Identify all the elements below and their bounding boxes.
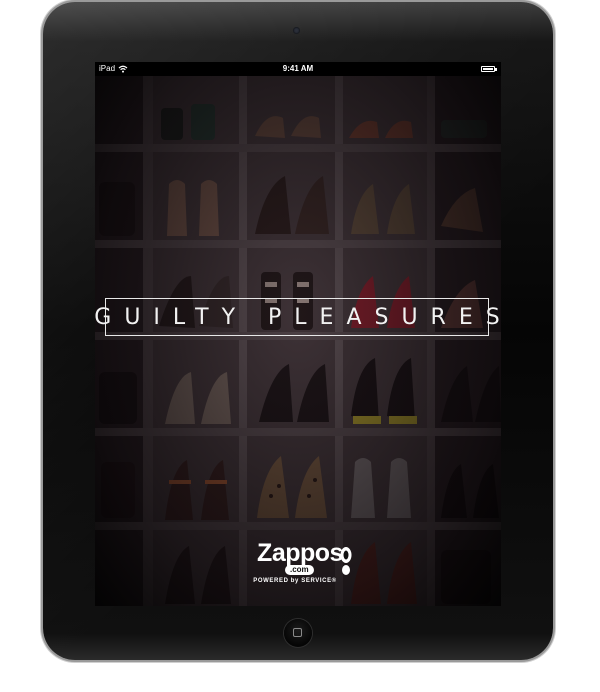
app-screen: iPad 9:41 AM GUILTY PLEASURES Zappos .co…	[95, 62, 501, 606]
logo-domain-badge: .com	[285, 565, 314, 575]
battery-icon	[481, 66, 497, 72]
ipad-device: iPad 9:41 AM GUILTY PLEASURES Zappos .co…	[43, 2, 553, 660]
shoe-print-icon	[340, 547, 352, 575]
headline-title: GUILTY PLEASURES	[95, 304, 501, 330]
front-camera	[293, 27, 300, 34]
logo-tagline: POWERED by SERVICE®	[253, 578, 337, 584]
status-time: 9:41 AM	[282, 64, 314, 73]
status-bar: iPad 9:41 AM	[95, 62, 501, 76]
home-button[interactable]	[284, 619, 312, 647]
zappos-logo: Zappos .com POWERED by SERVICE®	[245, 540, 355, 592]
dark-overlay	[95, 76, 501, 606]
headline-frame: GUILTY PLEASURES	[95, 298, 500, 336]
home-square-icon	[293, 628, 302, 637]
